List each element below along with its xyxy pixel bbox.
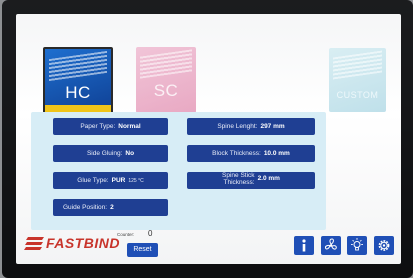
lamp-button[interactable]	[347, 236, 367, 255]
book-graphic	[140, 49, 192, 79]
mode-hc-button[interactable]: HC	[43, 47, 113, 117]
spine-length-label: Spine Lenght:	[217, 123, 258, 130]
fastbind-logo: FASTBIND	[24, 233, 124, 253]
glue-type-value: PUR	[111, 177, 126, 184]
guide-position-field[interactable]: Guide Position: 2	[53, 199, 168, 216]
book-graphic	[49, 50, 107, 82]
spine-length-value: 297 mm	[260, 123, 285, 130]
book-graphic	[333, 50, 382, 80]
spine-stick-thickness-field[interactable]: Spine Stick Thickness:2.0 mm	[187, 172, 315, 189]
glue-temperature: 125 °C	[128, 178, 144, 184]
block-thickness-value: 10.0 mm	[263, 150, 290, 157]
mode-hc-label: HC	[65, 83, 91, 102]
guide-position-label: Guide Position:	[63, 204, 108, 211]
side-gluing-label: Side Gluing:	[86, 150, 123, 157]
guide-position-value: 2	[110, 204, 114, 211]
glue-type-field[interactable]: Glue Type: PUR 125 °C	[53, 172, 168, 189]
mode-custom-button[interactable]: CUSTOM	[329, 48, 386, 112]
mode-custom-label: CUSTOM	[336, 90, 379, 100]
reset-button[interactable]: Reset	[127, 243, 158, 257]
side-gluing-value: No	[125, 150, 135, 157]
side-gluing-field[interactable]: Side Gluing: No	[53, 145, 168, 162]
info-icon	[302, 239, 306, 252]
counter-label: Counter:	[117, 232, 135, 237]
spine-length-field[interactable]: Spine Lenght: 297 mm	[187, 118, 315, 135]
spine-stick-label-line2: Thickness:	[223, 179, 255, 186]
touch-screen: HC SC CUSTOM Paper Type: Normal Side Glui…	[16, 14, 401, 264]
paper-type-label: Paper Type:	[80, 123, 116, 130]
paper-type-value: Normal	[118, 123, 141, 130]
paper-type-field[interactable]: Paper Type: Normal	[53, 118, 168, 135]
spine-stick-thickness-value: 2.0 mm	[257, 175, 280, 182]
counter-value: 0	[148, 229, 153, 238]
info-button[interactable]	[294, 236, 314, 255]
mode-sc-label: SC	[153, 81, 179, 100]
block-thickness-field[interactable]: Block Thickness: 10.0 mm	[187, 145, 315, 162]
settings-button[interactable]	[374, 236, 394, 255]
lamp-icon	[351, 238, 363, 251]
block-thickness-label: Block Thickness:	[212, 150, 261, 157]
fan-icon	[324, 238, 337, 250]
fan-button[interactable]	[321, 236, 341, 255]
spine-stick-thickness-label: Spine Stick Thickness:	[222, 172, 255, 186]
logo-stripes-icon	[24, 237, 44, 250]
spine-stick-label-line1: Spine Stick	[222, 172, 255, 179]
mode-sc-button[interactable]: SC	[136, 47, 196, 113]
settings-icon	[378, 240, 390, 251]
logo-text: FASTBIND	[46, 235, 120, 251]
glue-type-label: Glue Type:	[77, 177, 109, 184]
settings-panel: Paper Type: Normal Side Gluing: No Glue Ty…	[31, 112, 326, 230]
